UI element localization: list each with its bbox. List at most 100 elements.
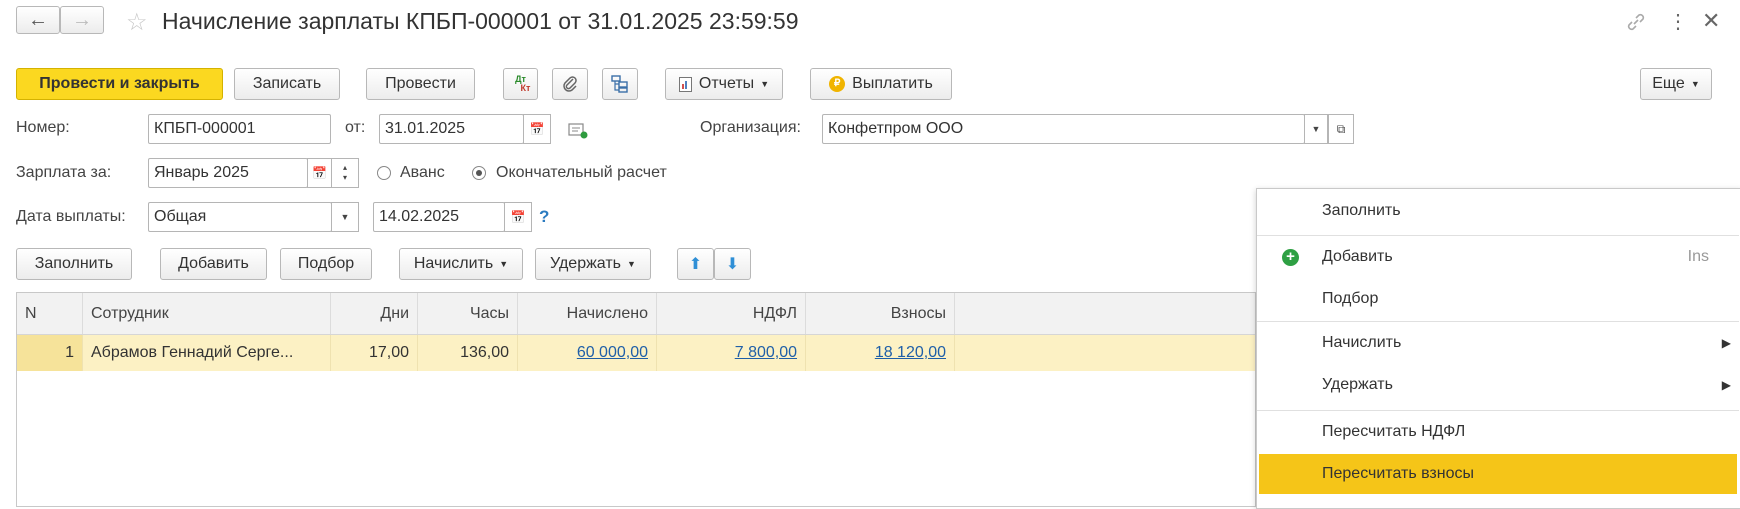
menu-item-accrue[interactable]: Начислить ▶ [1257, 323, 1739, 363]
pay-date-field[interactable]: 14.02.2025 [373, 202, 505, 232]
move-down-button[interactable]: ⬇ [714, 248, 751, 280]
accruals-table[interactable]: N Сотрудник Дни Часы Начислено НДФЛ Взно… [16, 292, 1256, 507]
withhold-button[interactable]: Удержать ▼ [535, 248, 651, 280]
salary-month-field[interactable]: Январь 2025 [148, 158, 308, 188]
reports-label: Отчеты [698, 75, 755, 92]
post-button[interactable]: Провести [366, 68, 475, 100]
menu-item-label: Заполнить [1322, 202, 1401, 219]
favorite-star-icon[interactable]: ☆ [126, 8, 148, 37]
calendar-button[interactable]: 📅 [523, 114, 551, 144]
stepper-up-icon: ▴ [342, 163, 347, 172]
ndfl-link[interactable]: 7 800,00 [735, 344, 797, 361]
ndfl-cell[interactable]: 7 800,00 [657, 335, 806, 371]
menu-separator [1257, 321, 1739, 322]
select-button[interactable]: Подбор [280, 248, 372, 280]
from-label: от: [345, 119, 366, 136]
menu-item-label: Подбор [1322, 290, 1379, 307]
chevron-down-icon: ▼ [1690, 79, 1700, 89]
month-calendar-button[interactable]: 📅 [307, 158, 332, 188]
menu-item-select[interactable]: Подбор [1257, 279, 1739, 319]
dt-kt-button[interactable]: Дт Кт [503, 68, 538, 100]
salary-for-label: Зарплата за: [16, 164, 112, 181]
forward-button[interactable]: → [60, 6, 104, 34]
calendar-icon: 📅 [529, 122, 545, 136]
column-header-days[interactable]: Дни [331, 293, 418, 334]
open-icon: ⧉ [1336, 121, 1346, 136]
menu-separator [1257, 235, 1739, 236]
column-header-employee[interactable]: Сотрудник [83, 293, 331, 334]
column-header-accrued[interactable]: Начислено [518, 293, 657, 334]
link-icon[interactable] [1624, 10, 1650, 34]
advance-radio[interactable] [377, 166, 391, 180]
number-label: Номер: [16, 119, 70, 136]
row-number: 1 [17, 335, 83, 371]
contributions-cell[interactable]: 18 120,00 [806, 335, 955, 371]
post-and-close-button[interactable]: Провести и закрыть [16, 68, 223, 100]
chevron-down-icon: ▼ [340, 212, 350, 222]
pay-date-calendar-button[interactable]: 📅 [504, 202, 532, 232]
reports-button[interactable]: Отчеты ▼ [665, 68, 783, 100]
pay-button[interactable]: ₽ Выплатить [810, 68, 952, 100]
org-dropdown-button[interactable]: ▼ [1304, 114, 1328, 144]
contributions-link[interactable]: 18 120,00 [875, 344, 946, 361]
advance-label[interactable]: Аванс [400, 164, 445, 182]
menu-item-fill[interactable]: Заполнить [1257, 191, 1739, 231]
menu-item-recalc-ndfl[interactable]: Пересчитать НДФЛ [1257, 412, 1739, 452]
move-up-button[interactable]: ⬆ [677, 248, 714, 280]
chevron-down-icon: ▼ [627, 259, 636, 269]
more-button[interactable]: Еще ▼ [1640, 68, 1712, 100]
column-header-hours[interactable]: Часы [418, 293, 518, 334]
org-label: Организация: [700, 119, 801, 136]
number-field[interactable]: КПБП-000001 [148, 114, 331, 144]
accrued-cell[interactable]: 60 000,00 [518, 335, 657, 371]
attach-button[interactable] [552, 68, 588, 100]
arrow-right-icon: → [72, 8, 92, 31]
more-vertical-icon[interactable]: ⋮ [1668, 9, 1688, 34]
stepper-down-icon: ▾ [342, 173, 347, 182]
column-header-ndfl[interactable]: НДФЛ [657, 293, 806, 334]
pay-type-select[interactable]: Общая [148, 202, 332, 232]
month-stepper[interactable]: ▴ ▾ [331, 158, 359, 188]
report-icon [678, 76, 692, 92]
structure-button[interactable] [602, 68, 638, 100]
more-label: Еще [1652, 75, 1685, 92]
menu-separator [1257, 410, 1739, 411]
close-icon[interactable]: ✕ [1702, 8, 1720, 34]
final-calc-label[interactable]: Окончательный расчет [496, 164, 667, 182]
org-field[interactable]: Конфетпром ООО [822, 114, 1305, 144]
context-menu: Заполнить + Добавить Ins Подбор Начислит… [1256, 188, 1740, 509]
pay-type-dropdown-button[interactable]: ▼ [331, 202, 359, 232]
menu-item-label: Пересчитать НДФЛ [1322, 423, 1466, 440]
menu-item-label: Пересчитать взносы [1322, 465, 1474, 482]
menu-item-recalc-contributions[interactable]: Пересчитать взносы [1259, 454, 1737, 494]
document-check-icon[interactable] [568, 122, 588, 139]
column-header-filler [955, 293, 1255, 334]
arrow-up-icon: ⬆ [688, 256, 703, 273]
chevron-right-icon: ▶ [1721, 336, 1731, 350]
menu-item-add[interactable]: + Добавить Ins [1257, 237, 1739, 277]
employee-cell[interactable]: Абрамов Геннадий Серге... [83, 335, 331, 371]
accrued-link[interactable]: 60 000,00 [577, 344, 648, 361]
menu-item-label: Добавить [1322, 248, 1393, 265]
date-field[interactable]: 31.01.2025 [379, 114, 524, 144]
days-cell[interactable]: 17,00 [331, 335, 418, 371]
calendar-icon: 📅 [312, 166, 327, 180]
withhold-label: Удержать [550, 255, 622, 272]
add-button[interactable]: Добавить [160, 248, 267, 280]
accrue-button[interactable]: Начислить ▼ [399, 248, 523, 280]
final-calc-radio[interactable] [472, 166, 486, 180]
structure-icon [611, 75, 628, 93]
menu-item-withhold[interactable]: Удержать ▶ [1257, 365, 1739, 405]
menu-item-label: Удержать [1322, 376, 1393, 393]
column-header-n[interactable]: N [17, 293, 83, 334]
hours-cell[interactable]: 136,00 [418, 335, 518, 371]
save-button[interactable]: Записать [234, 68, 340, 100]
arrow-left-icon: ← [28, 8, 48, 31]
column-header-contributions[interactable]: Взносы [806, 293, 955, 334]
page-title: Начисление зарплаты КПБП-000001 от 31.01… [162, 8, 799, 34]
org-open-button[interactable]: ⧉ [1328, 114, 1354, 144]
help-icon[interactable]: ? [539, 207, 549, 227]
back-button[interactable]: ← [16, 6, 60, 34]
fill-button[interactable]: Заполнить [16, 248, 132, 280]
arrow-down-icon: ⬇ [725, 256, 740, 273]
